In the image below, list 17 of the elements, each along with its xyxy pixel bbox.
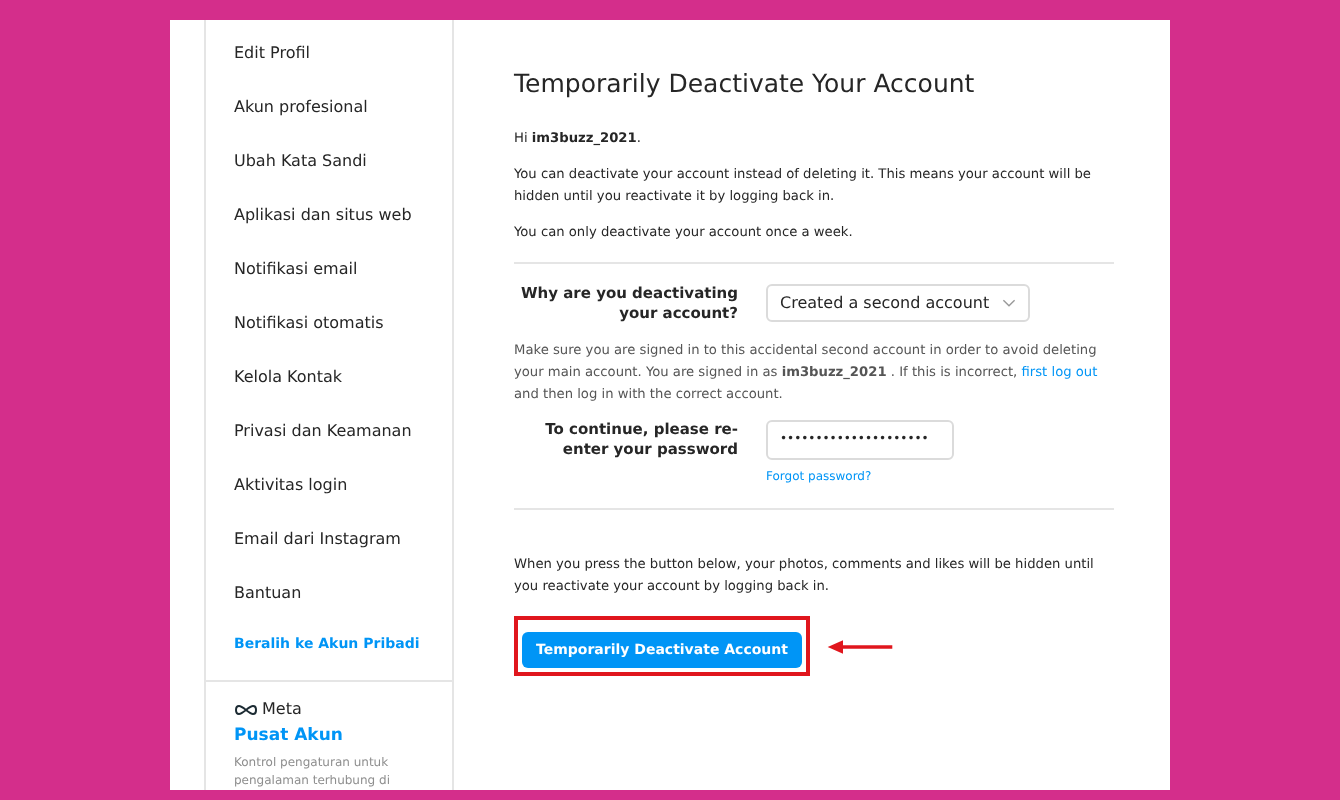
reason-dropdown[interactable]: Created a second account xyxy=(766,284,1030,322)
sidebar-item[interactable]: Aktivitas login xyxy=(206,474,452,528)
sidebar-item[interactable]: Bantuan xyxy=(206,582,452,636)
page-title: Temporarily Deactivate Your Account xyxy=(514,68,977,98)
sidebar-item[interactable]: Aplikasi dan situs web xyxy=(206,204,452,258)
chevron-down-icon xyxy=(1001,298,1016,308)
sidebar-item[interactable]: Akun profesional xyxy=(206,96,452,150)
sidebar-item[interactable]: Ubah Kata Sandi xyxy=(206,150,452,204)
sidebar-item[interactable]: Notifikasi otomatis xyxy=(206,312,452,366)
infinity-icon xyxy=(234,703,258,715)
sidebar-item[interactable]: Notifikasi email xyxy=(206,258,452,312)
sidebar-item[interactable]: Email dari Instagram xyxy=(206,528,452,582)
sidebar-item[interactable]: Kelola Kontak xyxy=(206,366,452,420)
brand-name: Meta xyxy=(262,700,302,718)
arrow-icon xyxy=(825,639,894,653)
sidebar-item[interactable]: Privasi dan Keamanan xyxy=(206,420,452,474)
sidebar-item[interactable]: Edit Profil xyxy=(206,42,452,96)
